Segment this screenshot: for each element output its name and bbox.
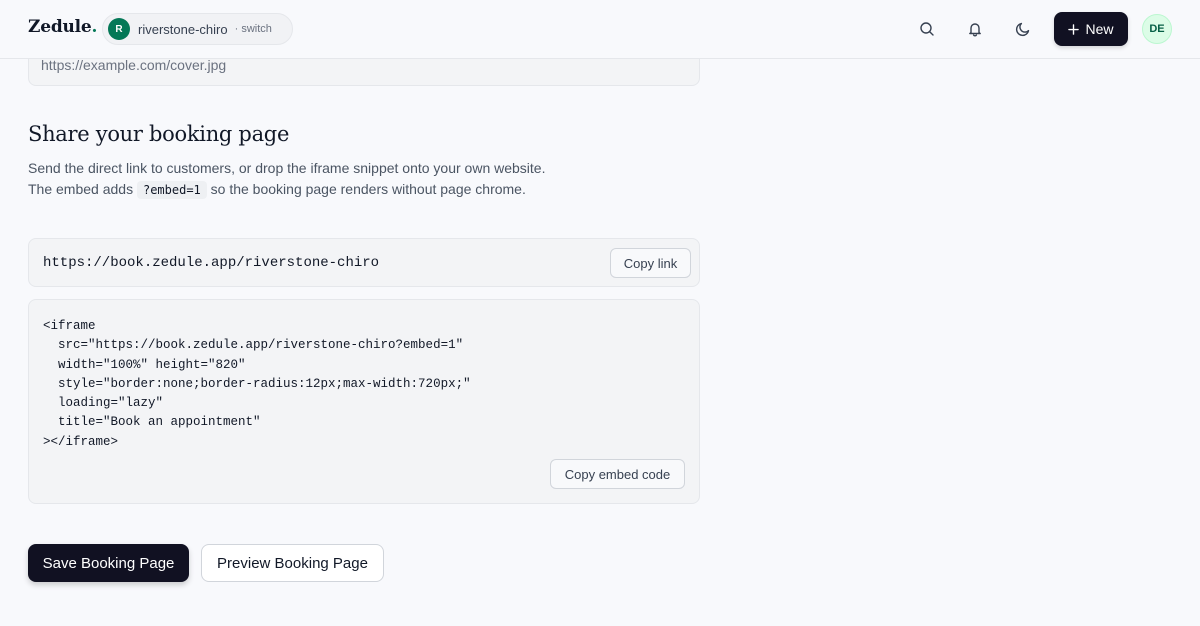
share-section-description: Send the direct link to customers, or dr…	[28, 158, 568, 201]
new-button[interactable]: New	[1054, 12, 1128, 46]
app-logo[interactable]: Zedule.	[28, 17, 97, 37]
embed-code-snippet: <iframe src="https://book.zedule.app/riv…	[43, 319, 471, 449]
new-button-label: New	[1085, 21, 1114, 37]
theme-toggle-button[interactable]	[1008, 14, 1038, 44]
org-switcher[interactable]: R riverstone-chiro · switch	[102, 13, 293, 45]
org-switch-label: · switch	[234, 23, 272, 35]
booking-link-url: https://book.zedule.app/riverstone-chiro	[43, 255, 380, 271]
share-desc-after: so the booking page renders without page…	[206, 181, 526, 197]
notifications-button[interactable]	[960, 14, 990, 44]
org-avatar: R	[108, 18, 130, 40]
logo-text: Zedule	[28, 17, 92, 37]
embed-param-code: ?embed=1	[136, 181, 207, 199]
top-bar: Zedule. R riverstone-chiro · switch New …	[0, 0, 1200, 59]
preview-booking-page-button[interactable]: Preview Booking Page	[201, 544, 384, 582]
copy-link-button[interactable]: Copy link	[610, 248, 691, 278]
booking-link-box: https://book.zedule.app/riverstone-chiro…	[28, 238, 700, 287]
embed-code-box: <iframe src="https://book.zedule.app/riv…	[28, 299, 700, 504]
cover-image-url-placeholder: https://example.com/cover.jpg	[41, 57, 227, 73]
search-button[interactable]	[912, 14, 942, 44]
logo-dot: .	[91, 17, 98, 37]
bell-icon	[969, 23, 981, 37]
save-booking-page-button[interactable]: Save Booking Page	[28, 544, 189, 582]
user-avatar[interactable]: DE	[1142, 14, 1172, 44]
search-icon	[920, 22, 934, 36]
plus-icon	[1068, 23, 1080, 35]
org-name: riverstone-chiro	[138, 21, 228, 37]
moon-icon	[1015, 22, 1030, 37]
share-section-title: Share your booking page	[28, 122, 290, 146]
copy-embed-code-button[interactable]: Copy embed code	[550, 459, 685, 489]
